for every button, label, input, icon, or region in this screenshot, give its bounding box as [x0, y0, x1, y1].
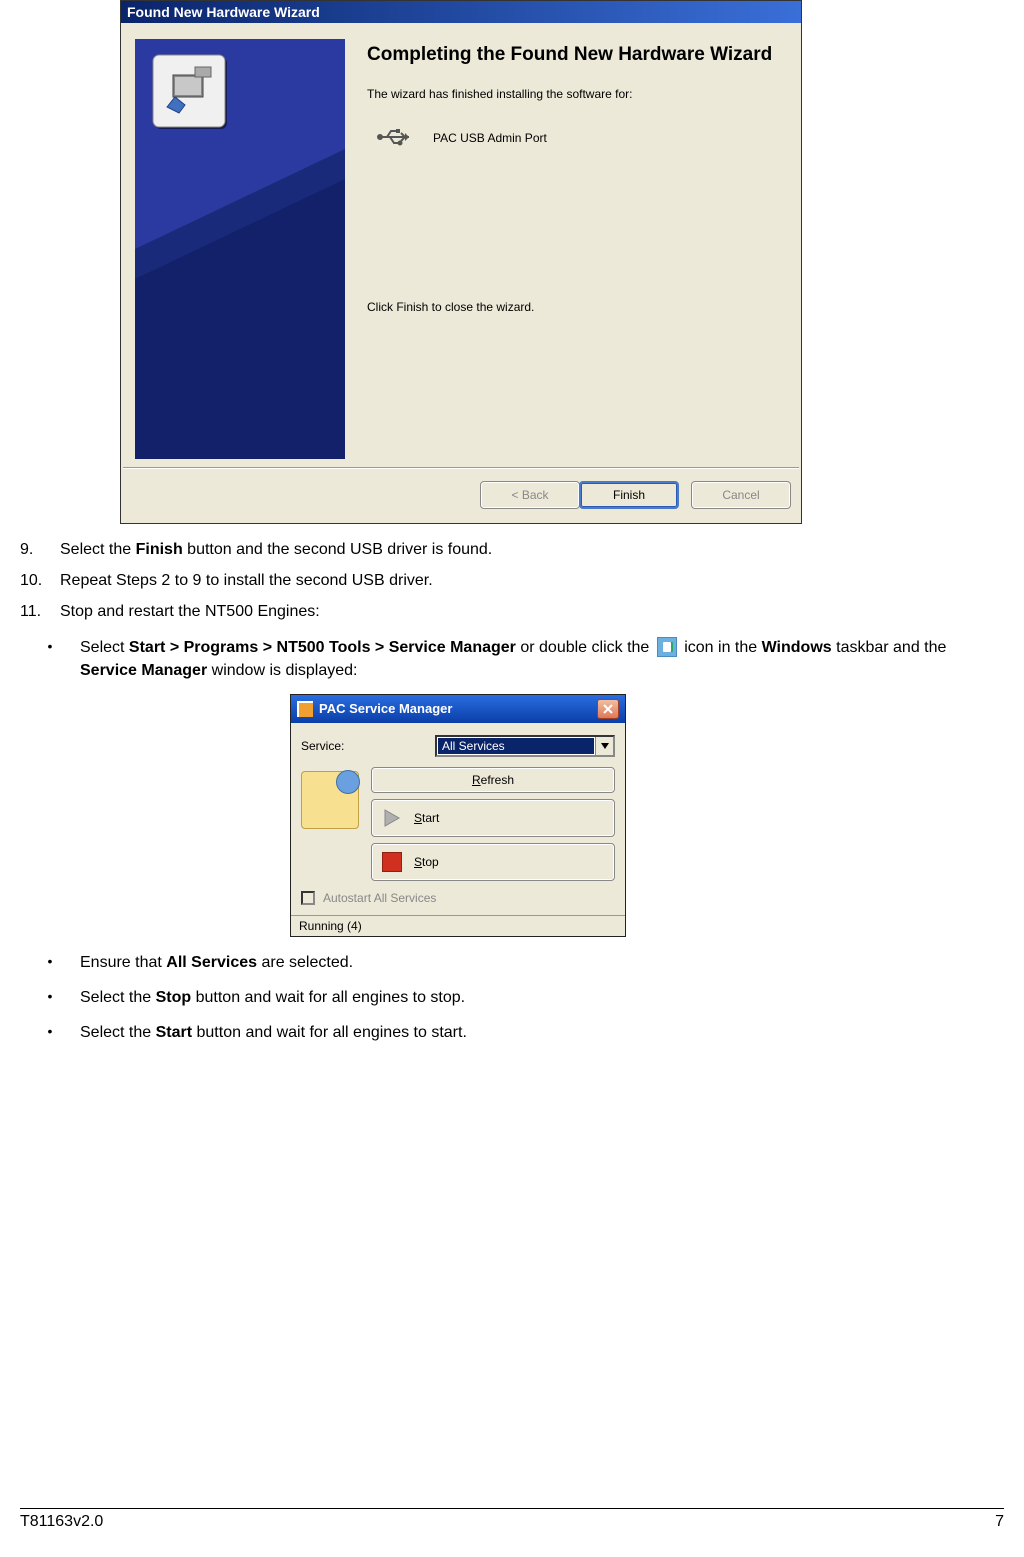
step-text: Repeat Steps 2 to 9 to install the secon… [60, 569, 1004, 592]
bullet-text: Ensure that All Services are selected. [80, 951, 1004, 974]
finish-button[interactable]: Finish [579, 481, 679, 509]
bullet-text: Select the Start button and wait for all… [80, 1021, 1004, 1044]
autostart-label: Autostart All Services [323, 891, 436, 905]
stop-button[interactable]: Stop [371, 843, 615, 881]
hardware-wizard-window: Found New Hardware Wizard [120, 0, 802, 524]
step-text: Stop and restart the NT500 Engines: [60, 600, 1004, 623]
service-manager-window: PAC Service Manager Service: All Service… [290, 694, 626, 937]
service-label: Service: [301, 739, 344, 753]
chevron-down-icon [595, 737, 613, 755]
refresh-button[interactable]: Refresh [371, 767, 615, 793]
step-text: Select the Finish button and the second … [60, 538, 1004, 561]
sidebar-decoration-icon [135, 39, 345, 459]
service-manager-title: PAC Service Manager [319, 701, 452, 716]
bullet-icon: • [20, 1021, 80, 1044]
service-selected-value: All Services [438, 738, 594, 754]
footer-page-number: 7 [995, 1513, 1004, 1531]
step-number: 11. [20, 600, 60, 623]
footer-doc-id: T81163v2.0 [20, 1513, 103, 1531]
bullet-icon: • [20, 636, 80, 682]
wizard-subtext: The wizard has finished installing the s… [367, 87, 777, 101]
bullet-icon: • [20, 951, 80, 974]
bullet-text: Select the Stop button and wait for all … [80, 986, 1004, 1009]
bullet-text: Select Start > Programs > NT500 Tools > … [80, 636, 1004, 682]
sub-bullet-list-cont: • Ensure that All Services are selected.… [20, 951, 1004, 1045]
bullet-icon: • [20, 986, 80, 1009]
services-icon [301, 771, 359, 829]
cancel-button[interactable]: Cancel [691, 481, 791, 509]
close-icon [603, 704, 613, 714]
play-icon [382, 808, 402, 828]
instruction-list: 9. Select the Finish button and the seco… [20, 538, 1004, 624]
service-manager-titlebar: PAC Service Manager [291, 695, 625, 723]
device-name: PAC USB Admin Port [433, 131, 547, 145]
wizard-close-text: Click Finish to close the wizard. [367, 300, 777, 314]
service-manager-app-icon [297, 701, 313, 717]
taskbar-service-icon [657, 637, 677, 657]
wizard-titlebar: Found New Hardware Wizard [121, 1, 801, 23]
stop-icon [382, 852, 402, 872]
wizard-heading: Completing the Found New Hardware Wizard [367, 43, 777, 67]
service-manager-status: Running (4) [291, 915, 625, 936]
page-footer: T81163v2.0 7 [20, 1508, 1004, 1531]
checkbox-icon [301, 891, 315, 905]
back-button[interactable]: < Back [480, 481, 580, 509]
sub-bullet-list: • Select Start > Programs > NT500 Tools … [20, 636, 1004, 682]
step-number: 10. [20, 569, 60, 592]
usb-icon [375, 127, 411, 150]
close-button[interactable] [597, 699, 619, 719]
start-button[interactable]: Start [371, 799, 615, 837]
step-number: 9. [20, 538, 60, 561]
autostart-checkbox[interactable]: Autostart All Services [301, 891, 615, 905]
wizard-sidebar-graphic [135, 39, 345, 459]
service-dropdown[interactable]: All Services [435, 735, 615, 757]
